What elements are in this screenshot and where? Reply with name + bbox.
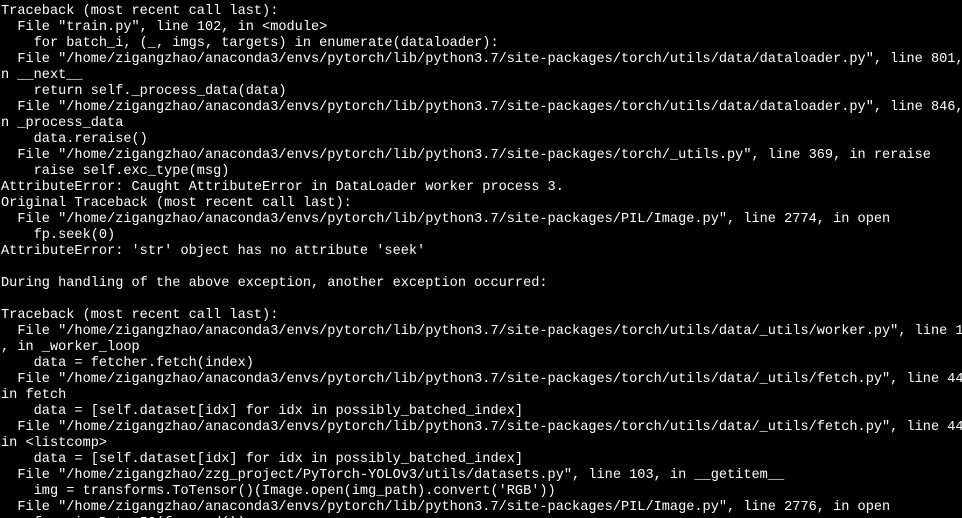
traceback-line: During handling of the above exception, …: [1, 276, 962, 292]
traceback-line: , in _worker_loop: [1, 340, 962, 356]
traceback-line: data = [self.dataset[idx] for idx in pos…: [1, 404, 962, 420]
traceback-line: File "/home/zigangzhao/anaconda3/envs/py…: [1, 52, 962, 68]
traceback-line: File "/home/zigangzhao/anaconda3/envs/py…: [1, 100, 962, 116]
terminal-output[interactable]: Traceback (most recent call last): File …: [0, 0, 962, 518]
traceback-line: [1, 292, 962, 308]
traceback-line: Traceback (most recent call last):: [1, 308, 962, 324]
traceback-line: File "/home/zigangzhao/zzg_project/PyTor…: [1, 468, 962, 484]
traceback-line: return self._process_data(data): [1, 84, 962, 100]
traceback-line: Traceback (most recent call last):: [1, 4, 962, 20]
traceback-line: File "/home/zigangzhao/anaconda3/envs/py…: [1, 212, 962, 228]
traceback-line: in <listcomp>: [1, 436, 962, 452]
traceback-line: n _process_data: [1, 116, 962, 132]
traceback-line: fp.seek(0): [1, 228, 962, 244]
traceback-line: img = transforms.ToTensor()(Image.open(i…: [1, 484, 962, 500]
traceback-line: File "/home/zigangzhao/anaconda3/envs/py…: [1, 324, 962, 340]
traceback-line: data = [self.dataset[idx] for idx in pos…: [1, 452, 962, 468]
traceback-line: AttributeError: Caught AttributeError in…: [1, 180, 962, 196]
traceback-line: File "/home/zigangzhao/anaconda3/envs/py…: [1, 148, 962, 164]
traceback-line: in fetch: [1, 388, 962, 404]
traceback-line: File "train.py", line 102, in <module>: [1, 20, 962, 36]
traceback-line: n __next__: [1, 68, 962, 84]
traceback-line: Original Traceback (most recent call las…: [1, 196, 962, 212]
traceback-line: [1, 260, 962, 276]
traceback-line: data.reraise(): [1, 132, 962, 148]
traceback-line: File "/home/zigangzhao/anaconda3/envs/py…: [1, 420, 962, 436]
traceback-line: data = fetcher.fetch(index): [1, 356, 962, 372]
traceback-line: for batch_i, (_, imgs, targets) in enume…: [1, 36, 962, 52]
traceback-line: File "/home/zigangzhao/anaconda3/envs/py…: [1, 372, 962, 388]
traceback-line: File "/home/zigangzhao/anaconda3/envs/py…: [1, 500, 962, 516]
traceback-line: AttributeError: 'str' object has no attr…: [1, 244, 962, 260]
traceback-line: raise self.exc_type(msg): [1, 164, 962, 180]
